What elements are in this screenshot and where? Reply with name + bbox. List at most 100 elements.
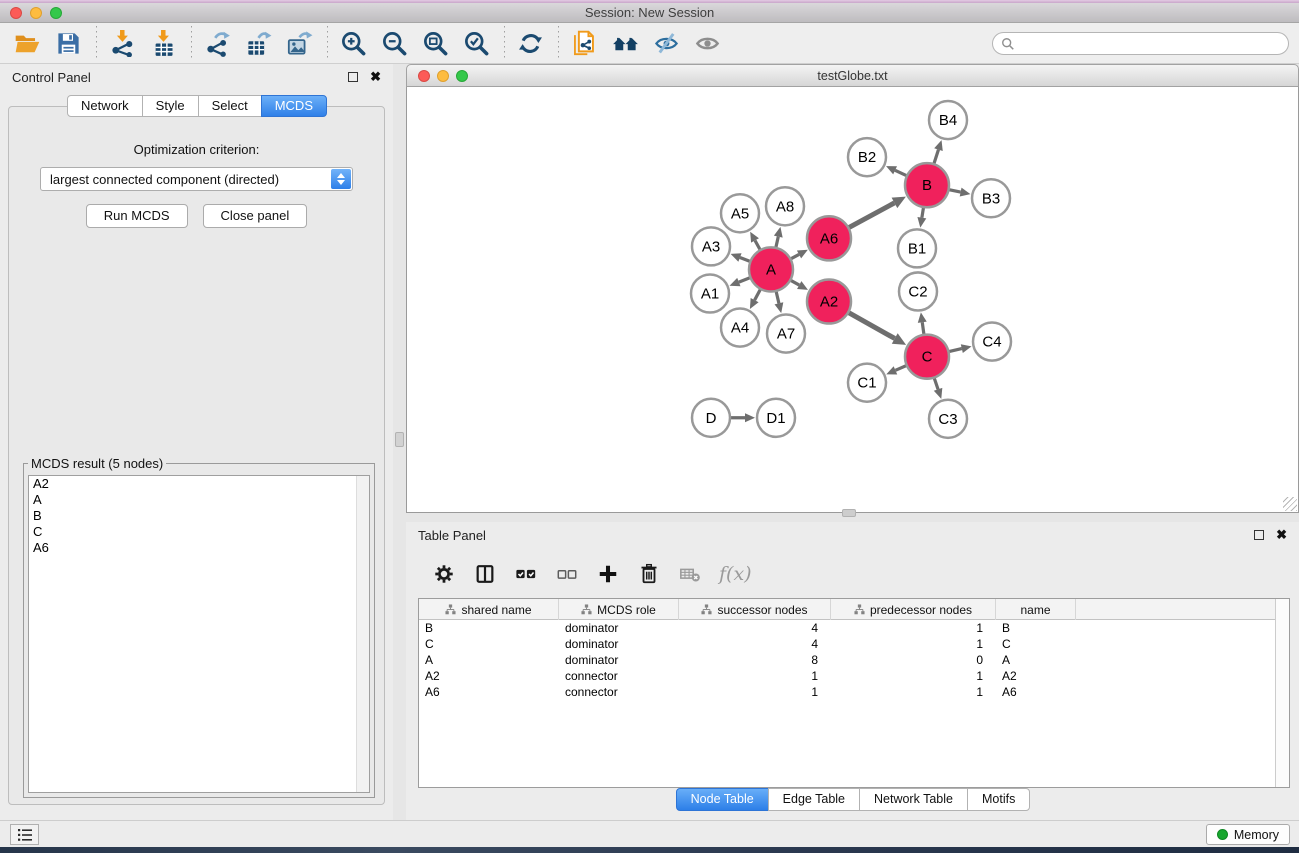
show-all-networks-icon[interactable] [610,28,640,58]
table-cell-filler [1076,636,1289,652]
node-b1[interactable]: B1 [898,229,936,267]
run-mcds-button[interactable]: Run MCDS [86,204,188,228]
column-header-predecessor-nodes[interactable]: predecessor nodes [831,599,996,620]
node-b3[interactable]: B3 [972,179,1010,217]
svg-text:A: A [766,261,776,278]
table-row[interactable]: A2connector11A2 [419,668,1289,684]
float-panel-icon[interactable] [348,72,358,82]
vertical-splitter-handle[interactable] [395,432,404,447]
result-item[interactable]: A6 [29,540,369,556]
export-image-icon[interactable] [284,28,314,58]
task-history-button[interactable] [10,824,39,845]
zoom-in-icon[interactable] [338,28,368,58]
node-c[interactable]: C [905,335,949,379]
node-b[interactable]: B [905,163,949,207]
search-field[interactable] [992,32,1289,55]
node-d[interactable]: D [692,399,730,437]
table-row[interactable]: Adominator80A [419,652,1289,668]
table-header-row[interactable]: shared nameMCDS rolesuccessor nodesprede… [419,599,1289,620]
node-a8[interactable]: A8 [766,187,804,225]
node-c1[interactable]: C1 [848,364,886,402]
table-cell: 0 [831,652,996,668]
table-row[interactable]: Cdominator41C [419,636,1289,652]
table-cell: A [419,652,559,668]
import-network-icon[interactable] [107,28,137,58]
table-row[interactable]: Bdominator41B [419,620,1289,636]
export-network-icon[interactable] [202,28,232,58]
node-a3[interactable]: A3 [692,227,730,265]
zoom-selected-icon[interactable] [461,28,491,58]
column-layout-icon[interactable] [473,562,497,586]
save-session-icon[interactable] [53,28,83,58]
node-a2[interactable]: A2 [807,279,851,323]
add-column-icon[interactable] [596,562,620,586]
node-c4[interactable]: C4 [973,323,1011,361]
column-header-name[interactable]: name [996,599,1076,620]
settings-gear-icon[interactable] [432,562,456,586]
node-table[interactable]: shared nameMCDS rolesuccessor nodesprede… [418,598,1290,788]
node-a6[interactable]: A6 [807,216,851,260]
tab-node-table[interactable]: Node Table [676,788,769,811]
column-header-mcds-role[interactable]: MCDS role [559,599,679,620]
column-group-icon [581,604,592,615]
delete-column-icon[interactable] [637,562,661,586]
node-b2[interactable]: B2 [848,138,886,176]
node-b4[interactable]: B4 [929,101,967,139]
close-panel-button[interactable]: Close panel [203,204,308,228]
column-header-successor-nodes[interactable]: successor nodes [679,599,831,620]
refresh-layout-icon[interactable] [515,28,545,58]
toolbar-separator [558,26,559,60]
tab-edge-table[interactable]: Edge Table [768,788,860,811]
apply-function-icon[interactable]: f(x) [719,563,752,585]
table-cell: connector [559,684,679,700]
tab-network[interactable]: Network [67,95,143,117]
select-all-checkboxes-icon[interactable] [514,562,538,586]
zoom-fit-icon[interactable] [420,28,450,58]
result-item[interactable]: A2 [29,476,369,492]
criterion-select[interactable]: largest connected component (directed) [40,167,353,191]
import-table-icon[interactable] [148,28,178,58]
table-scrollbar[interactable] [1275,599,1289,787]
horizontal-splitter-handle[interactable] [842,509,856,517]
network-window-titlebar[interactable]: testGlobe.txt [406,64,1299,87]
result-item[interactable]: A [29,492,369,508]
svg-text:C: C [922,349,933,366]
network-canvas[interactable]: B4 B2 B B3 A5A8A6 A3 B1 A C2 A1 A2 A4A7 C4 C C1 D D1 C3 [406,87,1299,513]
hide-selected-icon[interactable] [651,28,681,58]
node-a4[interactable]: A4 [721,309,759,347]
float-table-panel-icon[interactable] [1254,530,1264,540]
open-file-icon[interactable] [12,28,42,58]
memory-button[interactable]: Memory [1206,824,1290,845]
node-a7[interactable]: A7 [767,315,805,353]
show-eye-icon[interactable] [692,28,722,58]
tab-network-table[interactable]: Network Table [859,788,968,811]
node-a1[interactable]: A1 [691,274,729,312]
tab-mcds[interactable]: MCDS [261,95,327,117]
column-header-shared-name[interactable]: shared name [419,599,559,620]
node-d1[interactable]: D1 [757,399,795,437]
task-list-icon [17,828,33,842]
export-table-icon[interactable] [243,28,273,58]
mcds-result-list[interactable]: A2ABCA6 [28,475,370,793]
tab-motifs[interactable]: Motifs [967,788,1030,811]
clear-table-icon[interactable] [678,562,702,586]
node-a[interactable]: A [749,247,793,291]
deselect-all-checkboxes-icon[interactable] [555,562,579,586]
close-panel-icon[interactable]: ✖ [370,72,381,82]
window-resize-grip[interactable] [1283,497,1297,511]
zoom-out-icon[interactable] [379,28,409,58]
tab-style[interactable]: Style [142,95,199,117]
table-cell: 1 [831,636,996,652]
result-scrollbar[interactable] [356,476,369,792]
svg-text:A1: A1 [701,285,719,302]
result-item[interactable]: C [29,524,369,540]
close-table-panel-icon[interactable]: ✖ [1276,530,1287,540]
tab-select[interactable]: Select [198,95,262,117]
result-item[interactable]: B [29,508,369,524]
new-session-from-network-icon[interactable] [569,28,599,58]
node-c3[interactable]: C3 [929,400,967,438]
table-row[interactable]: A6connector11A6 [419,684,1289,700]
node-c2[interactable]: C2 [899,272,937,310]
node-a5[interactable]: A5 [721,194,759,232]
search-input[interactable] [1015,34,1288,53]
